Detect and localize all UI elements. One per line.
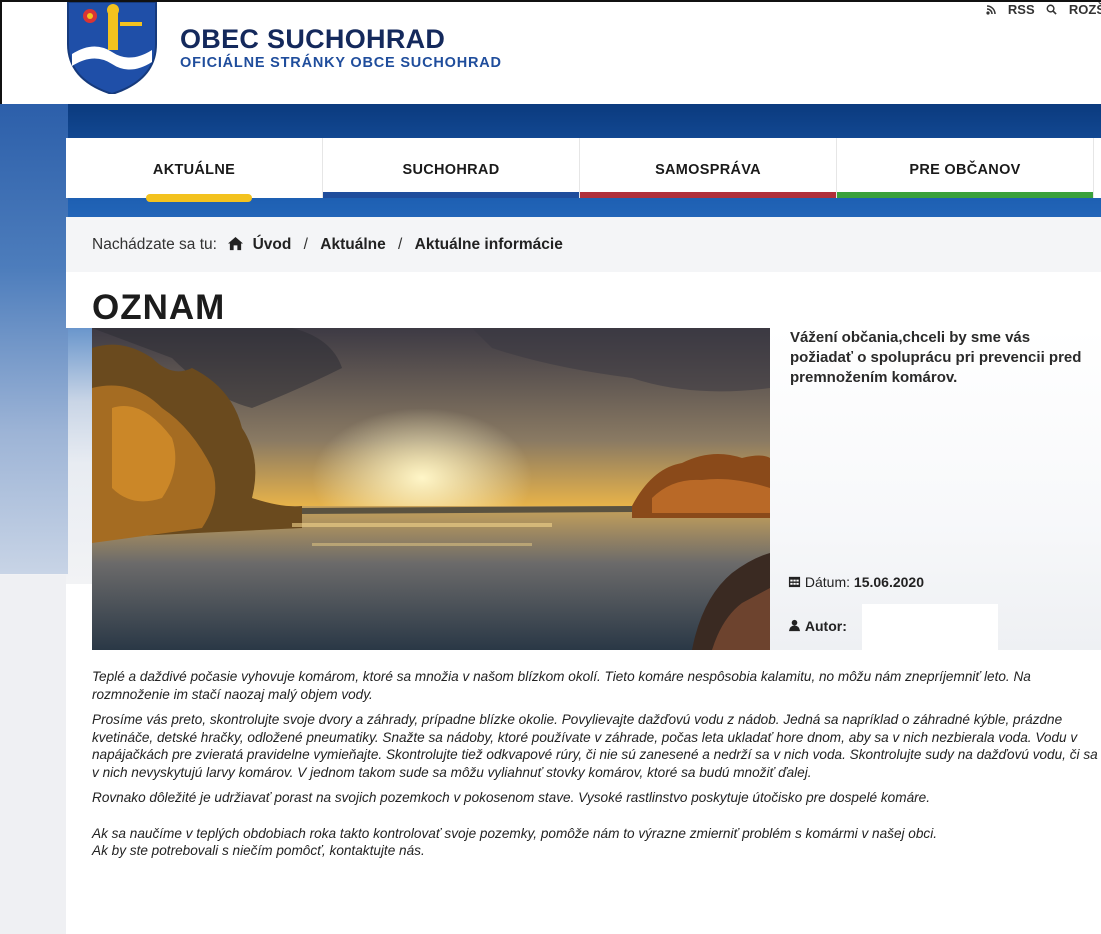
nav-color-bar	[323, 192, 579, 198]
nav-item-label: SAMOSPRÁVA	[655, 162, 761, 178]
home-icon	[228, 236, 244, 251]
left-margin	[0, 575, 66, 934]
breadcrumb-current: Aktuálne informácie	[414, 236, 563, 253]
article-lead: Vážení občania,chceli by sme vás požiada…	[790, 329, 1082, 386]
redacted-author	[862, 604, 998, 650]
nav-item-pre-obcanov[interactable]: PRE OBČANOV	[837, 138, 1094, 198]
nav-item-suchohrad[interactable]: SUCHOHRAD	[323, 138, 580, 198]
nav-item-label: AKTUÁLNE	[152, 162, 236, 178]
nav-item-aktualne[interactable]: AKTUÁLNE	[66, 138, 323, 202]
breadcrumb-home[interactable]: Úvod	[253, 236, 292, 253]
active-indicator	[146, 194, 252, 202]
article-info-panel: Vážení občania,chceli by sme vás požiada…	[770, 328, 1101, 650]
site-title[interactable]: OBEC SUCHOHRAD	[180, 24, 445, 55]
nav-color-bar	[837, 192, 1093, 198]
article-photo[interactable]	[92, 328, 770, 650]
top-links: RSS ROZŠ	[978, 2, 1101, 17]
rss-link[interactable]: RSS	[986, 2, 1038, 17]
date-value: 15.06.2020	[853, 574, 924, 590]
nav-item-label: SUCHOHRAD	[402, 162, 500, 178]
article-paragraph: Prosíme vás preto, skontrolujte svoje dv…	[92, 712, 1098, 780]
search-icon	[1046, 4, 1057, 15]
search-link[interactable]: ROZŠ	[1046, 2, 1101, 17]
article-paragraph: Ak by ste potrebovali s niečím pomôcť, k…	[92, 843, 425, 858]
search-label: ROZŠ	[1068, 2, 1101, 17]
calendar-icon	[788, 576, 801, 588]
site-header: OBEC SUCHOHRAD OFICIÁLNE STRÁNKY OBCE SU…	[0, 0, 1101, 104]
rss-label: RSS	[1007, 2, 1035, 17]
author-label: Autor:	[804, 618, 847, 634]
article-body: Teplé a daždivé počasie vyhovuje komárom…	[92, 668, 1101, 860]
site-subtitle: OFICIÁLNE STRÁNKY OBCE SUCHOHRAD	[180, 55, 502, 71]
main-nav: AKTUÁLNE SUCHOHRAD SAMOSPRÁVA PRE OBČANO…	[66, 138, 1101, 202]
breadcrumb-separator: /	[398, 236, 403, 253]
article-date: Dátum: 15.06.2020	[788, 574, 924, 590]
nav-item-samosprava[interactable]: SAMOSPRÁVA	[580, 138, 837, 198]
church-silhouette	[0, 104, 68, 574]
article-paragraph: Rovnako dôležité je udržiavať porast na …	[92, 790, 930, 805]
coat-of-arms-icon[interactable]	[64, 2, 160, 94]
rss-icon	[986, 5, 997, 15]
nav-item-label: PRE OBČANOV	[909, 162, 1021, 178]
user-icon	[788, 619, 801, 632]
breadcrumb-separator: /	[303, 236, 308, 253]
article-author: Autor:	[788, 618, 847, 634]
article-paragraph: Ak sa naučíme v teplých obdobiach roka t…	[92, 825, 938, 841]
breadcrumb-aktualne[interactable]: Aktuálne	[320, 236, 385, 253]
nav-color-bar	[580, 192, 836, 198]
page-title: OZNAM	[92, 288, 226, 327]
article-paragraph: Teplé a daždivé počasie vyhovuje komárom…	[92, 669, 1031, 702]
breadcrumb-prefix: Nachádzate sa tu:	[92, 236, 217, 253]
breadcrumb: Nachádzate sa tu: Úvod / Aktuálne / Aktu…	[66, 217, 1101, 272]
date-label: Dátum:	[804, 574, 851, 590]
